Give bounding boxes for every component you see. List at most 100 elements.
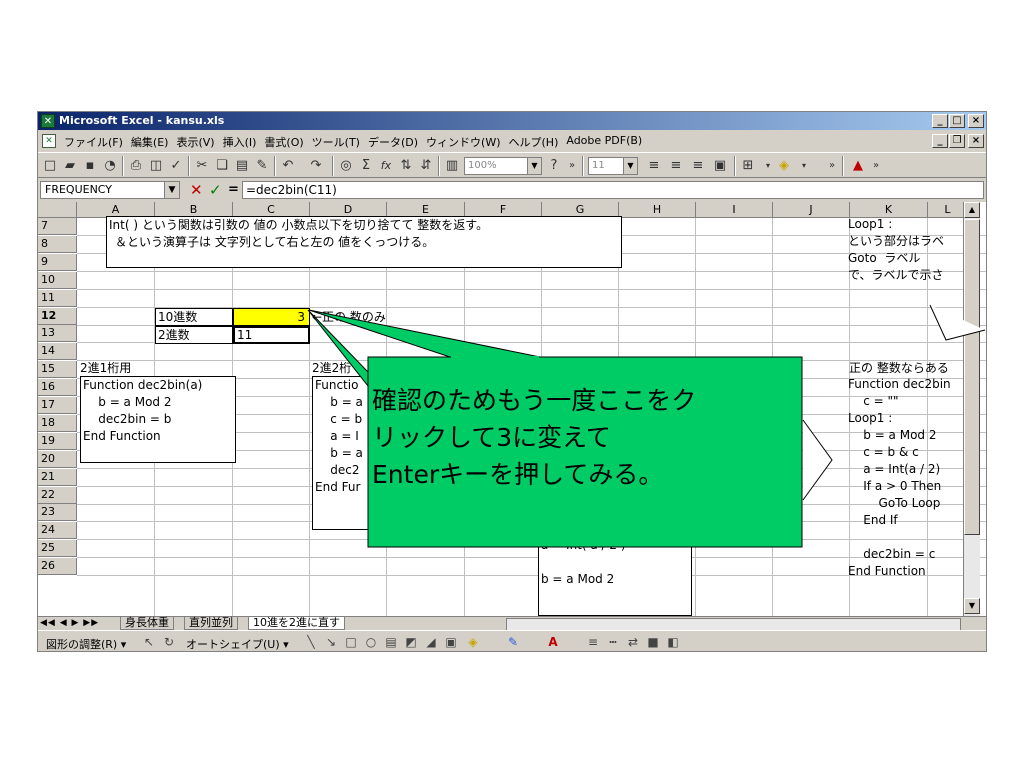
- row-header-22[interactable]: 22: [38, 486, 77, 504]
- sort-ascending-icon[interactable]: ⇅: [396, 156, 416, 176]
- cell-k14[interactable]: 正の 整数ならある: [849, 360, 949, 376]
- permission-icon[interactable]: ◔: [100, 156, 120, 176]
- autosum-icon[interactable]: Σ: [356, 156, 376, 176]
- excel-app-icon[interactable]: ✕: [41, 114, 55, 128]
- row-header-8[interactable]: 8: [38, 235, 77, 253]
- toolbar-options-icon[interactable]: »: [822, 156, 842, 176]
- row-header-25[interactable]: 25: [38, 540, 77, 558]
- save-icon[interactable]: ▪: [80, 156, 100, 176]
- zoom-combo[interactable]: 100% ▼: [464, 157, 542, 175]
- row-header-20[interactable]: 20: [38, 450, 77, 468]
- row-header-26[interactable]: 26: [38, 558, 77, 576]
- undo-icon[interactable]: ↶: [278, 156, 298, 176]
- scroll-up-icon[interactable]: ▲: [964, 202, 980, 218]
- column-header-h[interactable]: H: [619, 202, 696, 218]
- 3d-style-icon[interactable]: ◧: [664, 634, 682, 650]
- toolbar-options-icon[interactable]: »: [562, 156, 582, 176]
- scroll-thumb[interactable]: [964, 219, 980, 535]
- doc-minimize-button[interactable]: _: [932, 134, 948, 148]
- menu-item[interactable]: Adobe PDF(B): [562, 134, 646, 150]
- cancel-icon[interactable]: ✕: [190, 181, 203, 199]
- row-header-21[interactable]: 21: [38, 468, 77, 486]
- line-style-icon[interactable]: ≡: [584, 634, 602, 650]
- doc-close-button[interactable]: ×: [968, 134, 984, 148]
- open-icon[interactable]: ▰: [60, 156, 80, 176]
- hyperlink-icon[interactable]: ◎: [336, 156, 356, 176]
- autoshape-menu[interactable]: オートシェイプ(U) ▾: [186, 636, 289, 652]
- arrow-icon[interactable]: ↘: [322, 634, 340, 650]
- title-bar[interactable]: ✕ Microsoft Excel - kansu.xls _ □ ×: [38, 112, 986, 130]
- code-textbox-dec2bin-loop[interactable]: Function dec2bin c = "" Loop1 : b = a Mod…: [846, 376, 963, 616]
- code-textbox-dec2bin-1digit[interactable]: Function dec2bin(a) b = a Mod 2 dec2bin …: [80, 376, 236, 463]
- column-header-i[interactable]: I: [696, 202, 773, 218]
- formula-input[interactable]: =dec2bin(C11): [242, 181, 984, 199]
- borders-icon[interactable]: ⊞: [738, 156, 758, 176]
- menu-item[interactable]: 表示(V): [172, 134, 218, 150]
- row-header-15[interactable]: 15: [38, 361, 77, 379]
- scroll-down-icon[interactable]: ▼: [964, 598, 980, 614]
- code-textbox-steps[interactable]: b = a Mod 2 c = b & c a = Int( a / 2 ) b = …: [538, 498, 692, 616]
- line-icon[interactable]: ╲: [302, 634, 320, 650]
- print-preview-icon[interactable]: ◫: [146, 156, 166, 176]
- diagram-icon[interactable]: ◢: [422, 634, 440, 650]
- oval-icon[interactable]: ○: [362, 634, 380, 650]
- menu-item[interactable]: ウィンドウ(W): [422, 134, 504, 150]
- row-header-17[interactable]: 17: [38, 397, 77, 414]
- chevron-down-icon[interactable]: ▾: [794, 156, 814, 176]
- maximize-button[interactable]: □: [949, 114, 965, 128]
- help-icon[interactable]: ?: [544, 156, 564, 176]
- row-header-11[interactable]: 11: [38, 289, 77, 307]
- copy-icon[interactable]: ❏: [212, 156, 232, 176]
- enter-icon[interactable]: ✓: [209, 181, 222, 199]
- sheet-tab-series-parallel[interactable]: 直列並列: [184, 617, 238, 630]
- cut-icon[interactable]: ✂: [192, 156, 212, 176]
- sheet-nav-buttons[interactable]: ◀◀ ◀ ▶ ▶▶: [40, 618, 99, 628]
- merge-center-icon[interactable]: ▣: [710, 156, 730, 176]
- row-header-23[interactable]: 23: [38, 504, 77, 522]
- workbook-icon[interactable]: ✕: [42, 134, 56, 148]
- menu-item[interactable]: 挿入(I): [219, 134, 261, 150]
- font-size-combo[interactable]: 11 ▼: [588, 157, 638, 175]
- cell-b12[interactable]: 2進数: [158, 327, 190, 343]
- chart-wizard-icon[interactable]: ▥: [442, 156, 462, 176]
- menu-item[interactable]: 編集(E): [127, 134, 173, 150]
- edit-formula-icon[interactable]: =: [228, 182, 239, 197]
- chevron-down-icon[interactable]: ▼: [164, 182, 179, 198]
- draw-adjust-menu[interactable]: 図形の調整(R) ▾: [46, 636, 126, 652]
- row-header-16[interactable]: 16: [38, 379, 77, 397]
- minimize-button[interactable]: _: [932, 114, 948, 128]
- vertical-scrollbar[interactable]: ▲ ▼: [963, 202, 980, 616]
- chevron-down-icon[interactable]: ▼: [623, 158, 637, 174]
- toolbar-options-icon[interactable]: »: [866, 156, 886, 176]
- close-button[interactable]: ×: [968, 114, 984, 128]
- cell-a14[interactable]: 2進1桁用: [80, 360, 131, 376]
- align-right-icon[interactable]: ≡: [688, 156, 708, 176]
- sort-descending-icon[interactable]: ⇵: [416, 156, 436, 176]
- redo-icon[interactable]: ↷: [306, 156, 326, 176]
- spelling-icon[interactable]: ✓: [166, 156, 186, 176]
- menu-item[interactable]: ヘルプ(H): [505, 134, 563, 150]
- print-icon[interactable]: ⎙: [126, 156, 146, 176]
- row-header-13[interactable]: 13: [38, 325, 77, 343]
- row-header-19[interactable]: 19: [38, 432, 77, 450]
- dash-style-icon[interactable]: ┅: [604, 634, 622, 650]
- wordart-icon[interactable]: ◩: [402, 634, 420, 650]
- clipart-icon[interactable]: ▣: [442, 634, 460, 650]
- arrow-style-icon[interactable]: ⇄: [624, 634, 642, 650]
- textbox-icon[interactable]: ▤: [382, 634, 400, 650]
- fill-color-icon[interactable]: ◈: [774, 156, 794, 176]
- row-header-9[interactable]: 9: [38, 253, 77, 271]
- font-color-icon[interactable]: A: [544, 634, 562, 650]
- shadow-icon[interactable]: ■: [644, 634, 662, 650]
- menu-item[interactable]: データ(D): [364, 134, 422, 150]
- row-header-7[interactable]: 7: [38, 218, 77, 235]
- paste-icon[interactable]: ▤: [232, 156, 252, 176]
- free-rotate-icon[interactable]: ↻: [160, 634, 178, 650]
- select-objects-icon[interactable]: ↖: [140, 634, 158, 650]
- sheet-tab-height-weight[interactable]: 身長体重: [120, 617, 174, 630]
- new-icon[interactable]: □: [40, 156, 60, 176]
- align-left-icon[interactable]: ≡: [644, 156, 664, 176]
- note-textbox[interactable]: Int( ) という関数は引数の 値の 小数点以下を切り捨てて 整数を返す。 ＆…: [106, 216, 622, 268]
- adobe-pdf-icon[interactable]: ▲: [848, 156, 868, 176]
- column-header-j[interactable]: J: [773, 202, 850, 218]
